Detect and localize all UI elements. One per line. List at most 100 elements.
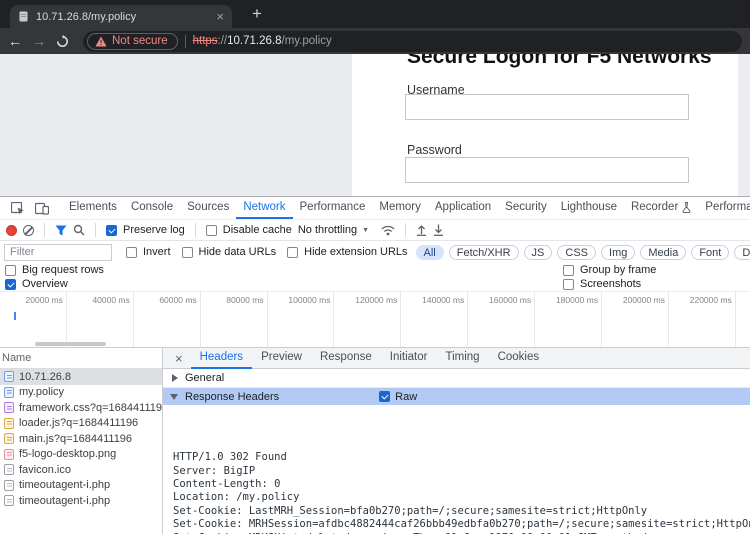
request-row[interactable]: loader.js?q=1684411196 — [0, 416, 162, 432]
devtools-tab[interactable]: Recorder — [624, 197, 698, 219]
new-tab-button[interactable]: + — [246, 3, 268, 25]
raw-header-line: Location: /my.policy — [173, 491, 750, 504]
request-details-panel: × HeadersPreviewResponseInitiatorTimingC… — [163, 348, 750, 534]
filter-funnel-icon[interactable] — [55, 225, 67, 236]
resource-type-pills: AllFetch/XHRJSCSSImgMediaFontDocWSWasmMa… — [416, 245, 750, 260]
export-har-icon[interactable] — [433, 224, 444, 236]
request-row[interactable]: f5-logo-desktop.png — [0, 447, 162, 463]
import-har-icon[interactable] — [416, 224, 427, 236]
browser-window: 10.71.26.8/my.policy × + ← → Not secure … — [0, 0, 750, 534]
timeline-tick: 60000 ms — [134, 292, 201, 347]
devtools-tab[interactable]: Console — [124, 197, 180, 219]
inspect-element-icon[interactable] — [6, 202, 30, 215]
response-headers-section-header[interactable]: Response Headers Raw — [163, 388, 750, 405]
resource-type-icon — [4, 480, 14, 491]
timeline-tick-label: 140000 ms — [422, 295, 464, 305]
disable-cache-label: Disable cache — [223, 224, 292, 236]
search-icon[interactable] — [73, 224, 85, 236]
details-tab[interactable]: Preview — [252, 348, 311, 369]
device-toolbar-icon[interactable] — [30, 202, 54, 215]
record-icon[interactable] — [6, 225, 17, 236]
raw-label: Raw — [395, 391, 417, 403]
omnibox[interactable]: Not secure https://10.71.26.8/my.policy — [83, 31, 742, 52]
request-row[interactable]: timeoutagent-i.php — [0, 493, 162, 509]
url-scheme-suffix: :// — [218, 35, 228, 47]
screenshots-checkbox[interactable] — [563, 279, 574, 290]
devtools-tab[interactable]: Lighthouse — [554, 197, 624, 219]
name-column-header[interactable]: Name — [0, 348, 162, 369]
timeline-tick: 200000 ms — [602, 292, 669, 347]
throttling-dropdown[interactable]: No throttling ▼ — [298, 224, 369, 236]
devtools-tab-label: Recorder — [631, 201, 678, 213]
devtools-tab[interactable]: Performance insights — [698, 197, 750, 219]
timeline-tick-label: 160000 ms — [489, 295, 531, 305]
disclosure-collapsed-icon — [172, 374, 178, 382]
page-scrollbar[interactable] — [738, 54, 750, 196]
resource-type-pill[interactable]: Media — [640, 245, 686, 260]
filter-input[interactable] — [4, 244, 112, 261]
forward-icon[interactable]: → — [32, 34, 46, 48]
overview-checkbox[interactable] — [5, 279, 16, 290]
resource-type-icon — [4, 464, 14, 475]
devtools-tab[interactable]: Application — [428, 197, 498, 219]
reload-icon[interactable] — [56, 35, 69, 48]
devtools-tab[interactable]: Memory — [372, 197, 428, 219]
raw-response-headers: HTTP/1.0 302 FoundServer: BigIPContent-L… — [163, 405, 750, 534]
chevron-down-icon: ▼ — [362, 227, 369, 234]
resource-type-pill[interactable]: Font — [691, 245, 729, 260]
resource-type-pill[interactable]: JS — [524, 245, 553, 260]
devtools-tab[interactable]: Security — [498, 197, 554, 219]
hide-data-urls-checkbox[interactable] — [182, 247, 193, 258]
timeline-tick-label: 80000 ms — [226, 295, 263, 305]
url-text: https://10.71.26.8/my.policy — [193, 35, 332, 47]
back-icon[interactable]: ← — [8, 34, 22, 48]
network-filter-row: Invert Hide data URLs Hide extension URL… — [0, 241, 750, 263]
network-toolbar: Preserve log Disable cache No throttling… — [0, 219, 750, 241]
close-tab-icon[interactable]: × — [216, 10, 224, 23]
big-request-rows-checkbox[interactable] — [5, 265, 16, 276]
timeline-tick: 220000 ms — [669, 292, 736, 347]
network-overview-timeline[interactable]: 20000 ms40000 ms60000 ms80000 ms100000 m… — [0, 291, 750, 348]
details-tab[interactable]: Response — [311, 348, 381, 369]
raw-header-line: Server: BigIP — [173, 465, 750, 478]
username-field[interactable] — [405, 94, 689, 120]
not-secure-chip[interactable]: Not secure — [87, 33, 178, 50]
details-tab[interactable]: Initiator — [381, 348, 437, 369]
request-row[interactable]: main.js?q=1684411196 — [0, 431, 162, 447]
devtools-tab[interactable]: Network — [236, 197, 292, 219]
resource-type-pill[interactable]: All — [416, 245, 444, 260]
devtools-tab[interactable]: Sources — [180, 197, 236, 219]
devtools-tab-label: Memory — [379, 201, 421, 213]
details-tab[interactable]: Cookies — [489, 348, 549, 369]
request-row[interactable]: timeoutagent-i.php — [0, 478, 162, 494]
devtools-tab-label: Sources — [187, 201, 229, 213]
request-row[interactable]: my.policy — [0, 385, 162, 401]
request-row[interactable]: 10.71.26.8 — [0, 369, 162, 385]
devtools-tab[interactable]: Elements — [62, 197, 124, 219]
request-row[interactable]: framework.css?q=1684411196 — [0, 400, 162, 416]
network-options-row-2: Overview Screenshots — [0, 277, 750, 291]
general-section-header[interactable]: General — [163, 369, 750, 388]
preserve-log-checkbox[interactable] — [106, 225, 117, 236]
close-details-icon[interactable]: × — [169, 351, 189, 366]
browser-tab[interactable]: 10.71.26.8/my.policy × — [10, 5, 232, 28]
response-headers-label: Response Headers — [185, 391, 279, 403]
warning-triangle-icon — [95, 36, 107, 47]
invert-checkbox[interactable] — [126, 247, 137, 258]
details-tab[interactable]: Timing — [436, 348, 488, 369]
resource-type-pill[interactable]: Doc — [734, 245, 750, 260]
details-tab[interactable]: Headers — [191, 348, 252, 369]
resource-type-pill[interactable]: Fetch/XHR — [449, 245, 519, 260]
request-row[interactable]: favicon.ico — [0, 462, 162, 478]
devtools-tab[interactable]: Performance — [293, 197, 373, 219]
clear-icon[interactable] — [23, 225, 34, 236]
overview-scrollbar-thumb[interactable] — [35, 342, 106, 346]
group-by-frame-checkbox[interactable] — [563, 265, 574, 276]
network-conditions-icon[interactable] — [381, 225, 395, 236]
resource-type-pill[interactable]: Img — [601, 245, 635, 260]
resource-type-pill[interactable]: CSS — [557, 245, 596, 260]
disable-cache-checkbox[interactable] — [206, 225, 217, 236]
hide-extension-urls-checkbox[interactable] — [287, 247, 298, 258]
password-field[interactable] — [405, 157, 689, 183]
raw-checkbox[interactable] — [379, 391, 390, 402]
